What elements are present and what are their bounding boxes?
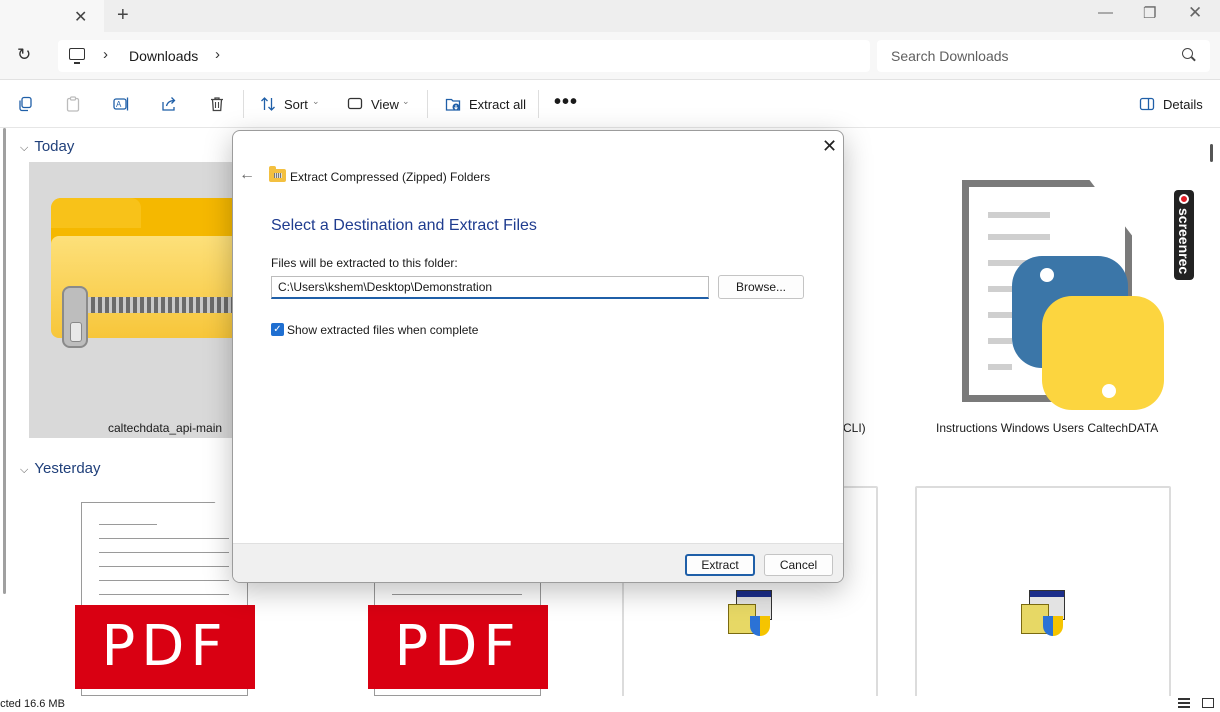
rename-icon[interactable]: A [113, 96, 129, 112]
doc-line [99, 580, 229, 581]
chevron-down-icon[interactable]: ⌵ [20, 464, 28, 477]
doc-line [99, 566, 229, 567]
minimize-icon[interactable]: — [1098, 4, 1113, 21]
group-label: Today [34, 138, 75, 155]
doc-line [988, 338, 1012, 344]
status-text: ected 16.6 MB [0, 698, 65, 710]
search-icon[interactable] [1182, 48, 1193, 59]
dialog-title: Extract Compressed (Zipped) Folders [290, 170, 491, 184]
navigation-scrollbar[interactable] [3, 128, 6, 594]
maximize-icon[interactable]: ❐ [1143, 4, 1156, 22]
browse-button[interactable]: Browse... [718, 275, 804, 299]
close-icon[interactable]: ✕ [822, 136, 837, 157]
file-tile-zip[interactable]: caltechdata_api-main [29, 162, 267, 438]
pdf-icon: PDF [75, 605, 255, 689]
group-header-today[interactable]: ⌵ Today [20, 138, 74, 155]
group-header-yesterday[interactable]: ⌵ Yesterday [20, 460, 101, 477]
uac-shield-icon [750, 616, 770, 636]
destination-path-field[interactable] [271, 276, 709, 299]
screenrec-widget[interactable]: screenrec [1174, 190, 1194, 280]
zip-folder-tab [51, 198, 141, 228]
pdf-icon: PDF [368, 605, 548, 689]
details-icon[interactable] [1139, 96, 1155, 112]
python-logo-dot [1102, 384, 1116, 398]
extract-all-button[interactable]: Extract all [469, 97, 526, 112]
address-bar[interactable]: › Downloads › [58, 40, 870, 72]
view-button[interactable]: View [371, 97, 399, 112]
new-tab-icon[interactable]: + [117, 4, 129, 27]
this-pc-icon[interactable] [69, 48, 85, 64]
extract-icon[interactable] [445, 96, 461, 112]
doc-line [988, 212, 1050, 218]
extract-button[interactable]: Extract [685, 554, 755, 576]
dialog-heading: Select a Destination and Extract Files [271, 217, 537, 234]
separator [427, 90, 428, 118]
chevron-down-icon[interactable]: ⌄ [402, 96, 410, 107]
delete-icon[interactable] [209, 96, 225, 112]
doc-line [99, 538, 229, 539]
svg-text:A: A [116, 100, 122, 109]
doc-line [99, 524, 157, 525]
copy-icon[interactable] [17, 96, 33, 112]
separator [538, 90, 539, 118]
sort-icon[interactable] [260, 96, 276, 112]
doc-line [99, 552, 229, 553]
back-arrow-icon[interactable]: ← [239, 166, 255, 184]
command-bar: A Sort ⌄ View ⌄ Extract all ••• Details [0, 80, 1220, 128]
chevron-down-icon[interactable]: ⌵ [20, 142, 28, 155]
cancel-button[interactable]: Cancel [764, 554, 833, 576]
chevron-right-icon[interactable]: › [215, 46, 220, 63]
doc-line [988, 312, 1012, 318]
tab-downloads[interactable]: ✕ [0, 0, 104, 32]
paste-icon[interactable] [65, 96, 81, 112]
destination-label: Files will be extracted to this folder: [271, 256, 458, 270]
address-row: ↻ › Downloads › Search Downloads [0, 32, 1220, 80]
more-icon[interactable]: ••• [554, 91, 578, 114]
extract-dialog: ✕ ← Extract Compressed (Zipped) Folders … [232, 130, 844, 583]
share-icon[interactable] [161, 96, 177, 112]
uac-shield-icon [1043, 616, 1063, 636]
screenrec-label: screenrec [1176, 208, 1192, 275]
chevron-down-icon[interactable]: ⌄ [312, 96, 320, 107]
title-bar: ✕ + — ❐ ✕ [0, 0, 1220, 32]
separator [243, 90, 244, 118]
search-input[interactable]: Search Downloads [877, 40, 1210, 72]
tiles-view-icon[interactable] [1202, 698, 1214, 708]
refresh-icon[interactable]: ↻ [17, 45, 31, 65]
installer-icon [1021, 590, 1067, 636]
search-placeholder: Search Downloads [891, 48, 1009, 64]
doc-line [988, 234, 1050, 240]
file-tile-pdf[interactable]: PDF [75, 500, 255, 696]
chevron-right-icon[interactable]: › [103, 46, 108, 63]
file-tile-setup[interactable] [915, 486, 1171, 696]
details-button[interactable]: Details [1163, 97, 1203, 112]
record-icon[interactable] [1179, 194, 1189, 204]
zipper-pull-icon [62, 286, 88, 348]
installer-icon [728, 590, 774, 636]
doc-line [988, 364, 1012, 370]
file-name: CLI) [843, 421, 866, 435]
group-label: Yesterday [34, 460, 101, 477]
content-scrollbar[interactable] [1210, 144, 1213, 162]
doc-line [392, 594, 522, 595]
doc-line [99, 594, 229, 595]
file-name: caltechdata_api-main [108, 421, 223, 435]
file-name: Instructions Windows Users CaltechDATA [936, 421, 1159, 435]
dialog-footer: Extract Cancel [233, 543, 843, 582]
zip-folder-icon [269, 166, 286, 182]
show-files-label[interactable]: Show extracted files when complete [287, 323, 478, 337]
window-close-icon[interactable]: ✕ [1188, 3, 1202, 23]
close-tab-icon[interactable]: ✕ [74, 7, 87, 27]
sort-button[interactable]: Sort [284, 97, 308, 112]
details-view-icon[interactable] [1178, 698, 1190, 708]
show-files-checkbox[interactable]: ✓ [271, 323, 284, 336]
view-icon[interactable] [347, 96, 363, 112]
python-logo-dot [1040, 268, 1054, 282]
breadcrumb-downloads[interactable]: Downloads [129, 48, 198, 64]
status-bar: ected 16.6 MB [0, 696, 1220, 712]
